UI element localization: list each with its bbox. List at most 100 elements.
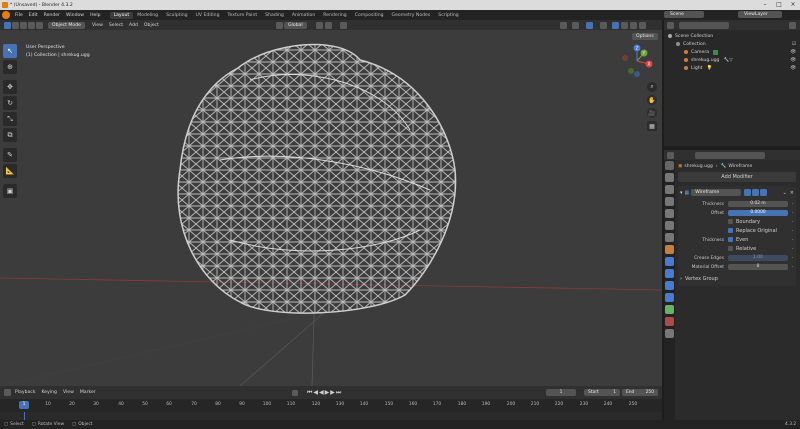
wireframe-shading-icon[interactable] [612, 21, 619, 29]
viewport-toggle-icon[interactable] [752, 189, 760, 196]
timeline-ruler[interactable]: 1 10 20 30 40 50 60 70 80 90 100 110 120… [0, 399, 662, 412]
workspace-tab-uv-editing[interactable]: UV Editing [192, 12, 224, 19]
snap-icon[interactable] [325, 21, 332, 29]
checkbox-icon[interactable]: ☑ [792, 42, 796, 47]
menu-object[interactable]: Object [141, 23, 162, 28]
crease-edges-field[interactable]: 1.00 [728, 255, 788, 261]
properties-editor-icon[interactable] [667, 151, 674, 159]
add-cube-tool-icon[interactable]: ▣ [3, 184, 17, 198]
transform-tool-icon[interactable]: ⧉ [3, 128, 17, 142]
editor-type-icon[interactable] [4, 21, 11, 29]
add-modifier-button[interactable]: Add Modifier [678, 172, 796, 182]
timeline-track[interactable] [0, 412, 662, 420]
current-frame-indicator[interactable]: 1 [19, 401, 29, 409]
menu-timeline-view[interactable]: View [60, 390, 77, 395]
transform-orientation-icon[interactable] [276, 21, 283, 29]
scene-selector[interactable]: Scene [664, 11, 705, 18]
physics-tab-icon[interactable] [665, 281, 674, 290]
outliner[interactable]: Scene Collection Collection ☑ Camera 👁 s… [664, 20, 800, 146]
xray-toggle-icon[interactable] [600, 21, 607, 29]
edit-mode-toggle-icon[interactable] [744, 189, 752, 196]
workspace-tab-animation[interactable]: Animation [288, 12, 319, 19]
data-tab-icon[interactable] [665, 305, 674, 314]
replace-original-checkbox[interactable]: Replace Original [728, 228, 788, 234]
menu-select[interactable]: Select [106, 23, 126, 28]
camera-view-icon[interactable]: 🎥 [647, 108, 657, 118]
workspace-tab-sculpting[interactable]: Sculpting [162, 12, 191, 19]
collapse-icon[interactable]: ▾ [680, 190, 683, 196]
modifier-close-icon[interactable]: × [790, 190, 794, 196]
rendered-shading-icon[interactable] [639, 21, 646, 29]
workspace-tab-geometry-nodes[interactable]: Geometry Nodes [388, 12, 435, 19]
outliner-item[interactable]: shrekug.ugg 🔧 ▽ 👁 [668, 56, 796, 64]
object-tab-icon[interactable] [665, 245, 674, 254]
filter-icon[interactable] [789, 21, 796, 29]
properties-search-input[interactable] [695, 151, 765, 159]
keyframe-icon[interactable]: · [792, 219, 798, 225]
eye-icon[interactable]: 👁 [790, 66, 796, 71]
mesh-data-icon[interactable]: ▽ [729, 58, 733, 63]
select-mode-icon[interactable] [12, 21, 19, 29]
solid-shading-icon[interactable] [621, 21, 628, 29]
blender-menu-icon[interactable] [2, 11, 10, 19]
end-frame-field[interactable]: End 250 [622, 389, 658, 396]
menu-marker[interactable]: Marker [77, 390, 99, 395]
scene-name[interactable]: Scene [664, 11, 705, 18]
transport-icons[interactable]: ⏮◀◀▶▶⏭ [307, 389, 342, 397]
modifier-dropdown-icon[interactable]: ⌄ [783, 190, 787, 196]
workspace-tab-texture-paint[interactable]: Texture Paint [224, 12, 262, 19]
keyframe-icon[interactable]: · [792, 255, 798, 261]
eye-icon[interactable]: 👁 [790, 50, 796, 55]
outliner-item[interactable]: Collection ☑ [668, 40, 796, 48]
material-shading-icon[interactable] [630, 21, 637, 29]
minimize-icon[interactable]: – [758, 0, 772, 10]
ortho-toggle-icon[interactable]: ▦ [647, 121, 657, 131]
keyframe-icon[interactable]: · [792, 237, 798, 243]
keyframe-icon[interactable]: · [792, 264, 798, 270]
output-tab-icon[interactable] [665, 185, 674, 194]
workspace-tab-shading[interactable]: Shading [261, 12, 288, 19]
rotate-tool-icon[interactable]: ↻ [3, 96, 17, 110]
start-frame-field[interactable]: Start 1 [584, 389, 620, 396]
render-tab-icon[interactable] [665, 173, 674, 182]
texture-tab-icon[interactable] [665, 329, 674, 338]
zoom-icon[interactable]: ⌕ [647, 82, 657, 92]
navigation-gizmo[interactable]: X Y Z [620, 44, 654, 78]
select-tool-icon[interactable]: ↖ [3, 44, 17, 58]
pan-hand-icon[interactable]: ✋ [647, 95, 657, 105]
keyframe-icon[interactable]: · [792, 246, 798, 252]
outliner-editor-icon[interactable] [667, 21, 674, 29]
particles-tab-icon[interactable] [665, 269, 674, 278]
modifier-name-field[interactable]: Wireframe [691, 189, 742, 196]
annotate-tool-icon[interactable]: ✎ [3, 148, 17, 162]
outliner-item[interactable]: Light 💡 👁 [668, 64, 796, 72]
relative-checkbox[interactable]: Relative [728, 246, 788, 252]
properties-editor[interactable]: ▣ shrekug.ugg › 🔧 Wireframe Add Modifier… [664, 150, 800, 420]
workspace-tab-modeling[interactable]: Modeling [133, 12, 162, 19]
camera-data-icon[interactable] [713, 49, 719, 55]
pivot-icon[interactable] [316, 21, 323, 29]
cursor-tool-icon[interactable]: ⊕ [3, 60, 17, 74]
workspace-tab-compositing[interactable]: Compositing [351, 12, 388, 19]
timeline-editor-icon[interactable] [4, 389, 11, 396]
material-tab-icon[interactable] [665, 317, 674, 326]
select-mode-icon[interactable] [36, 21, 43, 29]
menu-window[interactable]: Window [63, 13, 87, 18]
menu-view[interactable]: View [89, 23, 106, 28]
3d-viewport[interactable] [0, 20, 662, 386]
view-layer-tab-icon[interactable] [665, 197, 674, 206]
view-layer-name[interactable]: ViewLayer [738, 11, 782, 18]
scene-tab-icon[interactable] [665, 209, 674, 218]
move-tool-icon[interactable]: ✥ [3, 80, 17, 94]
menu-add[interactable]: Add [126, 23, 141, 28]
menu-keying[interactable]: Keying [39, 390, 60, 395]
keyframe-icon[interactable]: · [792, 201, 798, 207]
eye-icon[interactable]: 👁 [790, 58, 796, 63]
outliner-scene-collection[interactable]: Scene Collection [668, 32, 796, 40]
scale-tool-icon[interactable]: ⤡ [3, 112, 17, 126]
material-offset-field[interactable]: 0 [728, 264, 788, 270]
transform-orientation-dropdown[interactable]: Global [284, 21, 307, 29]
menu-edit[interactable]: Edit [26, 13, 41, 18]
options-dropdown[interactable]: Options [632, 33, 658, 40]
menu-render[interactable]: Render [41, 13, 63, 18]
